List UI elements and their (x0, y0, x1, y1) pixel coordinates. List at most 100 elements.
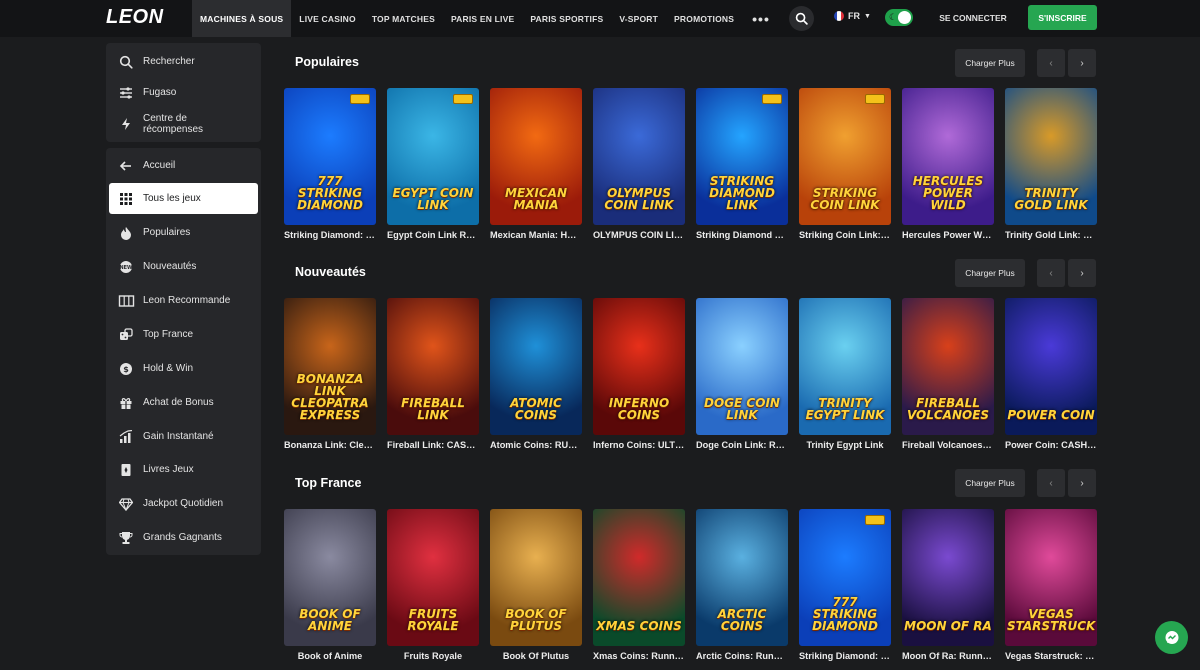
prev-new-button[interactable]: ‹ (1037, 259, 1065, 287)
game-logo-text: TRINITY GOLD LINK (1014, 186, 1088, 212)
game-thumbnail[interactable]: OLYMPUS COIN LINK (593, 88, 685, 225)
theme-toggle[interactable]: ☾ (885, 9, 913, 26)
leon-logo[interactable]: LEON (106, 6, 164, 29)
game-thumbnail[interactable]: VEGAS STARSTRUCK (1005, 509, 1097, 646)
sidebar-item-rewards[interactable]: Centre de récompenses (109, 108, 258, 139)
game-card[interactable]: MOON OF RA Moon Of Ra: Runni… (902, 509, 994, 661)
game-thumbnail[interactable]: DOGE COIN LINK (696, 298, 788, 435)
game-thumbnail[interactable]: ATOMIC COINS (490, 298, 582, 435)
chevron-left-icon: ‹ (1049, 477, 1053, 489)
load-more-popular-button[interactable]: Charger Plus (955, 49, 1025, 77)
game-card[interactable]: TRINITY EGYPT LINK Trinity Egypt Link (799, 298, 891, 450)
nav-sports-betting[interactable]: PARIS SPORTIFS (522, 0, 611, 37)
game-card[interactable]: STRIKING COIN LINK Striking Coin Link:… (799, 88, 891, 240)
game-thumbnail[interactable]: TRINITY GOLD LINK (1005, 88, 1097, 225)
game-card[interactable]: FIREBALL LINK Fireball Link: CAS… (387, 298, 479, 450)
svg-text:$: $ (123, 365, 129, 374)
game-card[interactable]: XMAS COINS Xmas Coins: Runn… (593, 509, 685, 661)
login-button[interactable]: SE CONNECTER (930, 5, 1016, 30)
sidebar-item-label: Achat de Bonus (143, 397, 214, 408)
grid-icon (109, 192, 143, 206)
game-card[interactable]: EGYPT COIN LINK Egypt Coin Link R… (387, 88, 479, 240)
language-selector[interactable]: FR ▼ (834, 11, 871, 21)
game-row-top-france: BOOK OF ANIME Book of Anime FRUITS ROYALE F… (284, 509, 1097, 661)
prev-top-france-button[interactable]: ‹ (1037, 469, 1065, 497)
sidebar-item-new[interactable]: NEW Nouveautés (109, 251, 258, 282)
game-card[interactable]: ARCTIC COINS Arctic Coins: Runn… (696, 509, 788, 661)
game-card[interactable]: BONANZA LINK CLEOPATRA EXPRESS Bonanza Li… (284, 298, 376, 450)
sidebar-item-leon-recommends[interactable]: Leon Recommande (109, 285, 258, 316)
game-thumbnail[interactable]: FRUITS ROYALE (387, 509, 479, 646)
game-thumbnail[interactable]: BOOK OF PLUTUS (490, 509, 582, 646)
next-popular-button[interactable]: › (1068, 49, 1096, 77)
game-thumbnail[interactable]: FIREBALL LINK (387, 298, 479, 435)
game-card[interactable]: POWER COIN Power Coin: CASH… (1005, 298, 1097, 450)
sidebar-item-big-winners[interactable]: Grands Gagnants (109, 522, 258, 553)
load-more-new-button[interactable]: Charger Plus (955, 259, 1025, 287)
game-thumbnail[interactable]: STRIKING DIAMOND LINK (696, 88, 788, 225)
game-card[interactable]: BOOK OF PLUTUS Book Of Plutus (490, 509, 582, 661)
sidebar-item-fugaso[interactable]: Fugaso (109, 77, 258, 108)
header-search-button[interactable] (789, 6, 814, 31)
game-card[interactable]: VEGAS STARSTRUCK Vegas Starstruck: … (1005, 509, 1097, 661)
game-card[interactable]: STRIKING DIAMOND LINK Striking Diamond … (696, 88, 788, 240)
sidebar-item-top-france[interactable]: Top France (109, 319, 258, 350)
load-more-top-france-button[interactable]: Charger Plus (955, 469, 1025, 497)
game-card[interactable]: TRINITY GOLD LINK Trinity Gold Link: … (1005, 88, 1097, 240)
game-thumbnail[interactable]: 777 STRIKING DIAMOND (284, 88, 376, 225)
nav-live-casino[interactable]: LIVE CASINO (291, 0, 364, 37)
game-thumbnail[interactable]: BOOK OF ANIME (284, 509, 376, 646)
sidebar-item-popular[interactable]: Populaires (109, 217, 258, 248)
game-card[interactable]: ATOMIC COINS Atomic Coins: RU… (490, 298, 582, 450)
game-card[interactable]: MEXICAN MANIA Mexican Mania: H… (490, 88, 582, 240)
search-icon (109, 55, 143, 69)
nav-v-sport[interactable]: V-SPORT (611, 0, 666, 37)
game-card[interactable]: OLYMPUS COIN LINK OLYMPUS COIN LI… (593, 88, 685, 240)
game-thumbnail[interactable]: FIREBALL VOLCANOES (902, 298, 994, 435)
game-title: Striking Coin Link:… (799, 230, 890, 240)
game-card[interactable]: FRUITS ROYALE Fruits Royale (387, 509, 479, 661)
game-thumbnail[interactable]: MOON OF RA (902, 509, 994, 646)
game-card[interactable]: 777 STRIKING DIAMOND Striking Diamond: … (799, 509, 891, 661)
game-card[interactable]: FIREBALL VOLCANOES Fireball Volcanoes… (902, 298, 994, 450)
sidebar-item-books[interactable]: Livres Jeux (109, 454, 258, 485)
sidebar-item-daily-jackpot[interactable]: Jackpot Quotidien (109, 488, 258, 519)
nav-promotions[interactable]: PROMOTIONS (666, 0, 742, 37)
next-new-button[interactable]: › (1068, 259, 1096, 287)
game-thumbnail[interactable]: EGYPT COIN LINK (387, 88, 479, 225)
game-thumbnail[interactable]: TRINITY EGYPT LINK (799, 298, 891, 435)
game-card[interactable]: INFERNO COINS Inferno Coins: ULT… (593, 298, 685, 450)
sidebar-item-bonus-buy[interactable]: Achat de Bonus (109, 387, 258, 418)
signup-button[interactable]: S'INSCRIRE (1028, 5, 1097, 30)
game-card[interactable]: 777 STRIKING DIAMOND Striking Diamond: … (284, 88, 376, 240)
game-logo-text: MOON OF RA (904, 619, 992, 633)
sidebar-item-instant-win[interactable]: Gain Instantané (109, 421, 258, 452)
game-thumbnail[interactable]: 777 STRIKING DIAMOND (799, 509, 891, 646)
prev-popular-button[interactable]: ‹ (1037, 49, 1065, 77)
game-thumbnail[interactable]: HERCULES POWER WILD (902, 88, 994, 225)
game-card[interactable]: DOGE COIN LINK Doge Coin Link: R… (696, 298, 788, 450)
game-thumbnail[interactable]: MEXICAN MANIA (490, 88, 582, 225)
game-logo-text: STRIKING DIAMOND LINK (709, 174, 775, 212)
new-badge-icon: NEW (109, 260, 143, 274)
sidebar-item-search[interactable]: Rechercher (109, 46, 258, 77)
game-logo-text: 777 STRIKING DIAMOND (297, 174, 363, 212)
game-thumbnail[interactable]: STRIKING COIN LINK (799, 88, 891, 225)
game-thumbnail[interactable]: BONANZA LINK CLEOPATRA EXPRESS (284, 298, 376, 435)
game-logo-text: EGYPT COIN LINK (392, 186, 474, 212)
game-thumbnail[interactable]: INFERNO COINS (593, 298, 685, 435)
nav-more-icon[interactable]: ••• (742, 0, 780, 37)
next-top-france-button[interactable]: › (1068, 469, 1096, 497)
live-chat-button[interactable] (1155, 621, 1188, 654)
game-card[interactable]: BOOK OF ANIME Book of Anime (284, 509, 376, 661)
game-thumbnail[interactable]: POWER COIN (1005, 298, 1097, 435)
sidebar-item-hold-win[interactable]: $ Hold & Win (109, 353, 258, 384)
nav-live-betting[interactable]: PARIS EN LIVE (443, 0, 522, 37)
game-thumbnail[interactable]: XMAS COINS (593, 509, 685, 646)
game-thumbnail[interactable]: ARCTIC COINS (696, 509, 788, 646)
sidebar-item-all-games[interactable]: Tous les jeux (109, 183, 258, 214)
sidebar-item-home[interactable]: Accueil (109, 150, 258, 181)
nav-top-matches[interactable]: TOP MATCHES (364, 0, 443, 37)
nav-slots[interactable]: MACHINES À SOUS (192, 0, 292, 37)
game-card[interactable]: HERCULES POWER WILD Hercules Power W… (902, 88, 994, 240)
